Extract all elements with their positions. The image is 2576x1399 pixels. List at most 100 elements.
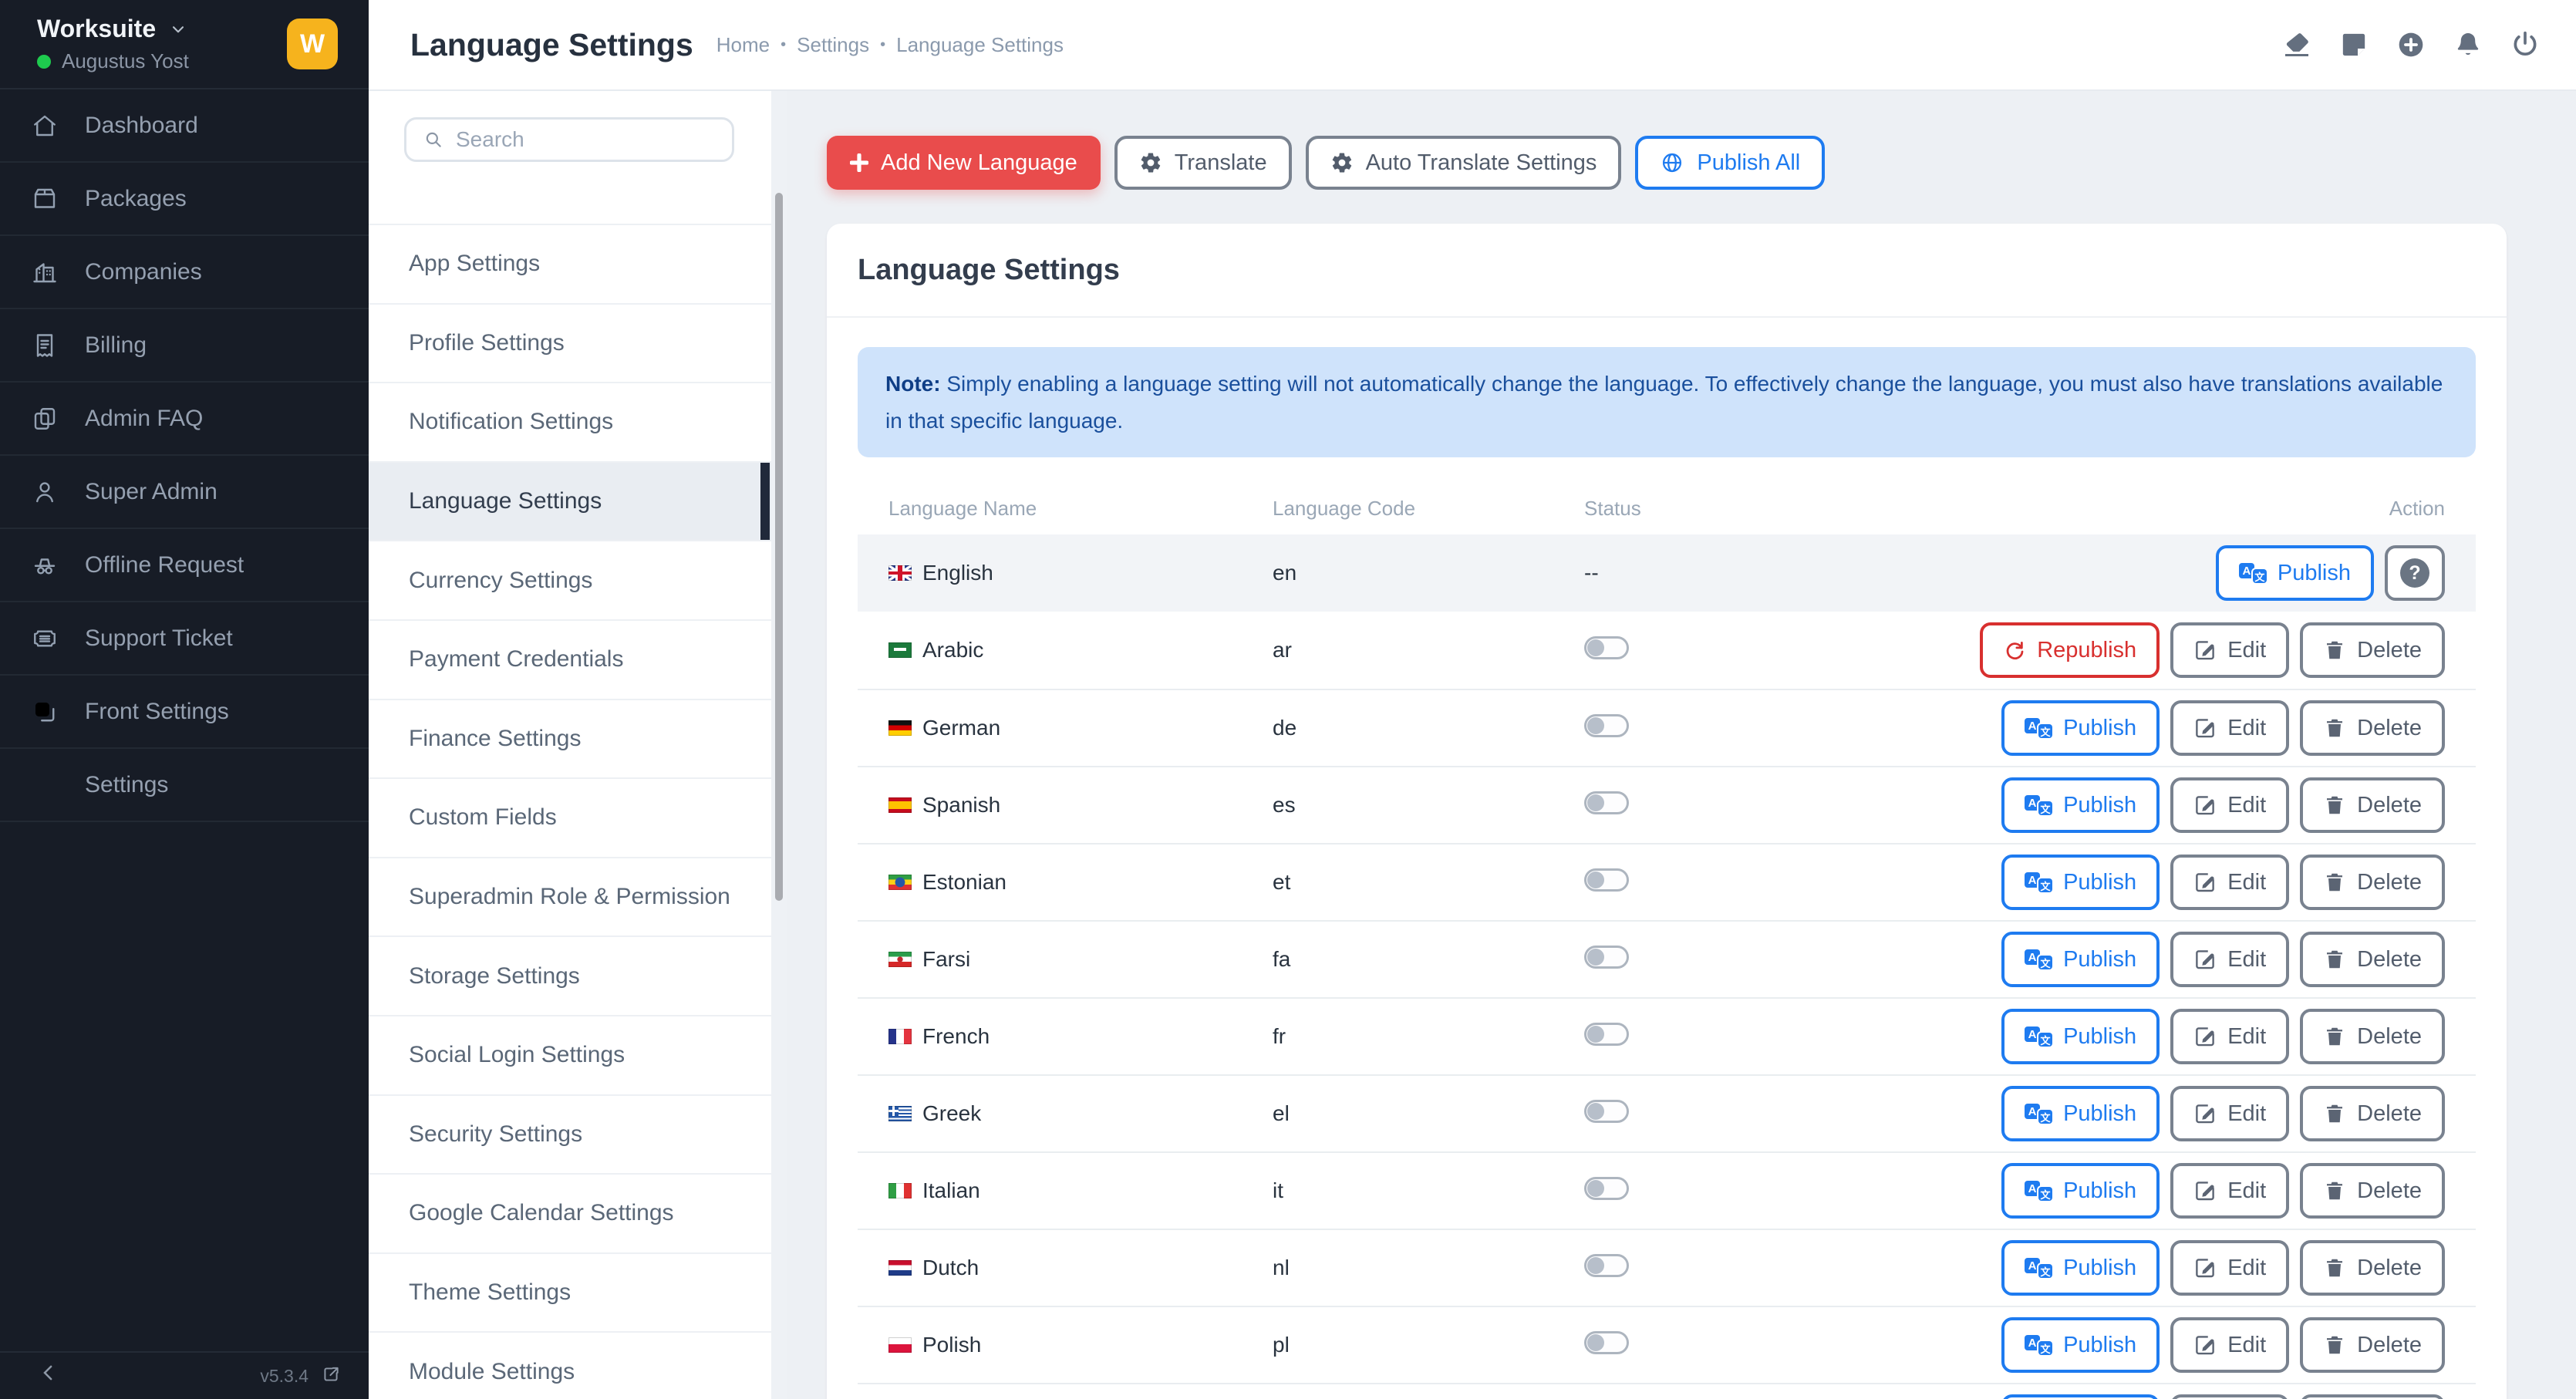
status-toggle[interactable] (1584, 714, 1629, 737)
sidebar-item[interactable]: Admin FAQ (0, 383, 369, 456)
status-toggle[interactable] (1584, 1023, 1629, 1046)
status-toggle[interactable] (1584, 1254, 1629, 1277)
settings-menu-item[interactable]: Payment Credentials (369, 621, 787, 700)
sidebar-item[interactable]: Dashboard (0, 89, 369, 163)
settings-menu-item[interactable]: Custom Fields (369, 779, 787, 858)
delete-button[interactable]: Delete (2300, 855, 2445, 910)
delete-button[interactable]: Delete (2300, 1394, 2445, 1399)
toggle-knob (1587, 639, 1604, 656)
bell-icon[interactable] (2453, 29, 2483, 60)
settings-scrollbar-thumb[interactable] (775, 193, 783, 901)
status-toggle[interactable] (1584, 636, 1629, 659)
power-icon[interactable] (2510, 29, 2541, 60)
publish-button[interactable]: A文 Publish (2001, 1317, 2160, 1373)
settings-menu-item[interactable]: Social Login Settings (369, 1016, 787, 1096)
plus-circle-icon[interactable] (2396, 29, 2426, 60)
help-button[interactable]: ? (2385, 545, 2445, 601)
edit-button[interactable]: Edit (2170, 622, 2289, 678)
breadcrumb-separator: • (880, 36, 885, 54)
publish-button[interactable]: A文 Publish (2001, 1086, 2160, 1141)
sidebar-item[interactable]: Super Admin (0, 456, 369, 529)
auto-translate-settings-button[interactable]: Auto Translate Settings (1306, 136, 1622, 190)
sidebar-item-icon (31, 112, 59, 140)
search-box[interactable] (404, 117, 734, 162)
edit-button[interactable]: Edit (2170, 1317, 2289, 1373)
settings-menu-item[interactable]: Currency Settings (369, 541, 787, 621)
publish-button[interactable]: A文 Publish (2001, 1394, 2160, 1399)
settings-sidebar: App Settings Profile Settings Notificati… (369, 91, 787, 1399)
settings-menu-item[interactable]: Superadmin Role & Permission (369, 858, 787, 938)
edit-button[interactable]: Edit (2170, 855, 2289, 910)
settings-menu-item[interactable]: Theme Settings (369, 1254, 787, 1333)
collapse-sidebar-button[interactable] (37, 1361, 60, 1391)
edit-button[interactable]: Edit (2170, 777, 2289, 833)
settings-menu-item-label: Superadmin Role & Permission (409, 884, 730, 910)
status-toggle[interactable] (1584, 1177, 1629, 1200)
external-link-icon[interactable] (321, 1362, 341, 1391)
settings-menu-item[interactable]: Google Calendar Settings (369, 1175, 787, 1254)
breadcrumb-home[interactable]: Home (716, 33, 770, 57)
publish-button[interactable]: A文 Publish (2001, 700, 2160, 756)
workspace-switcher[interactable]: Worksuite (37, 15, 287, 43)
settings-menu-item[interactable]: Notification Settings (369, 383, 787, 463)
edit-button[interactable]: Edit (2170, 1086, 2289, 1141)
publish-button[interactable]: A文 Publish (2216, 545, 2374, 601)
sidebar-item[interactable]: Companies (0, 236, 369, 309)
edit-button[interactable]: Edit (2170, 700, 2289, 756)
delete-button[interactable]: Delete (2300, 777, 2445, 833)
add-new-language-button[interactable]: Add New Language (827, 136, 1101, 190)
settings-menu-item[interactable]: Language Settings (369, 463, 787, 542)
sidebar-item-label: Companies (85, 259, 202, 285)
delete-button[interactable]: Delete (2300, 622, 2445, 678)
settings-menu-item[interactable]: Profile Settings (369, 305, 787, 384)
delete-button[interactable]: Delete (2300, 1240, 2445, 1296)
settings-menu-item[interactable]: Finance Settings (369, 700, 787, 780)
trash-icon (2323, 871, 2346, 894)
delete-button[interactable]: Delete (2300, 700, 2445, 756)
republish-button[interactable]: Republish (1980, 622, 2160, 678)
app-logo[interactable]: W (287, 19, 338, 69)
publish-button[interactable]: A文 Publish (2001, 855, 2160, 910)
sidebar-item[interactable]: Packages (0, 163, 369, 236)
delete-button[interactable]: Delete (2300, 1086, 2445, 1141)
translate-button[interactable]: Translate (1114, 136, 1292, 190)
status-toggle[interactable] (1584, 946, 1629, 969)
app-version: v5.3.4 (260, 1366, 309, 1387)
settings-menu-item[interactable]: Storage Settings (369, 937, 787, 1016)
gear-icon (1139, 151, 1162, 174)
status-toggle[interactable] (1584, 1100, 1629, 1123)
edit-button[interactable]: Edit (2170, 932, 2289, 987)
settings-menu-item[interactable]: Security Settings (369, 1096, 787, 1175)
search-input[interactable] (456, 127, 687, 152)
edit-button[interactable]: Edit (2170, 1394, 2289, 1399)
publish-button[interactable]: A文 Publish (2001, 1163, 2160, 1219)
publish-button[interactable]: A文 Publish (2001, 932, 2160, 987)
delete-button[interactable]: Delete (2300, 1163, 2445, 1219)
sidebar-item[interactable]: Front Settings (0, 676, 369, 749)
breadcrumb-settings[interactable]: Settings (797, 33, 869, 57)
delete-button[interactable]: Delete (2300, 1317, 2445, 1373)
status-toggle[interactable] (1584, 791, 1629, 814)
delete-button[interactable]: Delete (2300, 1009, 2445, 1064)
publish-button[interactable]: A文 Publish (2001, 1240, 2160, 1296)
settings-menu-item[interactable]: App Settings (369, 225, 787, 305)
edit-label: Edit (2227, 1178, 2266, 1204)
language-flag-icon (888, 1337, 912, 1353)
publish-all-button[interactable]: Publish All (1635, 136, 1825, 190)
publish-button[interactable]: A文 Publish (2001, 1009, 2160, 1064)
status-toggle[interactable] (1584, 868, 1629, 892)
eraser-icon[interactable] (2281, 29, 2312, 60)
note-icon[interactable] (2338, 29, 2369, 60)
edit-button[interactable]: Edit (2170, 1240, 2289, 1296)
sidebar-item[interactable]: Offline Request (0, 529, 369, 602)
edit-button[interactable]: Edit (2170, 1009, 2289, 1064)
publish-button[interactable]: A文 Publish (2001, 777, 2160, 833)
settings-menu-item[interactable]: Module Settings (369, 1333, 787, 1399)
sidebar-item[interactable]: Billing (0, 309, 369, 383)
toggle-knob (1587, 1026, 1604, 1043)
sidebar-item[interactable]: Settings (0, 749, 369, 822)
edit-button[interactable]: Edit (2170, 1163, 2289, 1219)
delete-button[interactable]: Delete (2300, 932, 2445, 987)
status-toggle[interactable] (1584, 1331, 1629, 1354)
sidebar-item[interactable]: Support Ticket (0, 602, 369, 676)
